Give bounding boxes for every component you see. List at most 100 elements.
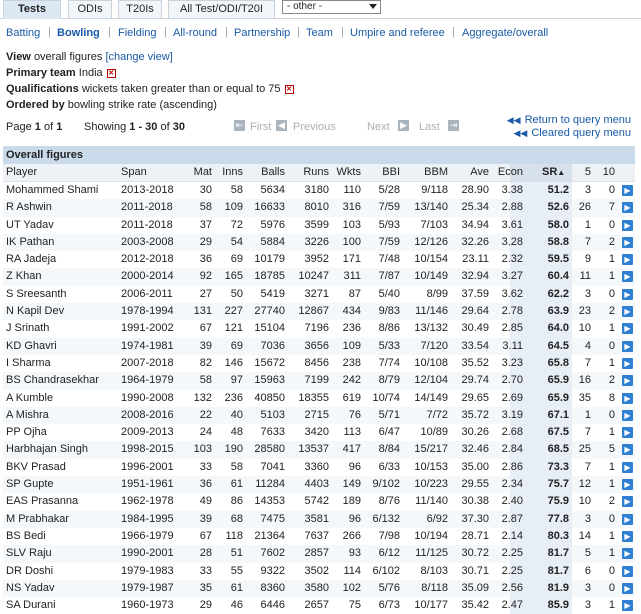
cell-wkts: 75 bbox=[348, 599, 361, 612]
header-5w[interactable]: 5 bbox=[575, 164, 591, 181]
header-bbi[interactable]: BBI bbox=[367, 164, 400, 181]
tab-tests[interactable]: Tests bbox=[3, 0, 61, 19]
header-bbm[interactable]: BBM bbox=[403, 164, 448, 181]
row-details-arrow-icon[interactable]: ▶ bbox=[622, 357, 633, 369]
header-econ[interactable]: Econ bbox=[493, 164, 523, 181]
row-details-arrow-icon[interactable]: ▶ bbox=[622, 375, 633, 387]
cell-balls: 21364 bbox=[254, 529, 285, 542]
cell-ave: 37.59 bbox=[461, 287, 489, 300]
row-details-arrow-icon[interactable]: ▶ bbox=[622, 219, 633, 231]
row-details-arrow-icon[interactable]: ▶ bbox=[622, 288, 633, 300]
row-details-arrow-icon[interactable]: ▶ bbox=[622, 513, 633, 525]
header-mat[interactable]: Mat bbox=[185, 164, 212, 181]
return-query-menu-link[interactable]: ◀◀ Return to query menu bbox=[507, 114, 631, 126]
row-details-arrow-icon[interactable]: ▶ bbox=[622, 254, 633, 266]
remove-filter-icon[interactable]: ✕ bbox=[106, 69, 116, 78]
nav-batting[interactable]: Batting bbox=[6, 27, 40, 39]
row-details-arrow-icon[interactable]: ▶ bbox=[622, 548, 633, 560]
cell-ave: 30.49 bbox=[461, 322, 489, 335]
previous-page-icon[interactable]: ◀ bbox=[276, 120, 287, 131]
cell-5w: 7 bbox=[584, 426, 591, 439]
row-details-arrow-icon[interactable]: ▶ bbox=[622, 600, 633, 612]
cell-bbm: 9/118 bbox=[421, 184, 448, 196]
cell-sr: 62.2 bbox=[547, 287, 569, 300]
cell-balls: 5419 bbox=[260, 287, 285, 300]
row-details-arrow-icon[interactable]: ▶ bbox=[622, 236, 633, 248]
row-details-arrow-icon[interactable]: ▶ bbox=[622, 202, 633, 214]
nav-partnership[interactable]: Partnership bbox=[234, 27, 290, 39]
cell-inns: 51 bbox=[230, 547, 243, 560]
cell-balls: 8360 bbox=[260, 581, 285, 594]
header-span[interactable]: Span bbox=[121, 164, 147, 181]
header-player[interactable]: Player bbox=[6, 164, 37, 181]
row-details-arrow-icon[interactable]: ▶ bbox=[622, 271, 633, 283]
first-page-icon[interactable]: ⇤ bbox=[234, 120, 245, 131]
cell-wkts: 114 bbox=[343, 564, 361, 577]
table-row: Mohammed Shami 2013-2018 30 58 5634 3180 110 5/… bbox=[3, 182, 635, 200]
cell-5w: 10 bbox=[578, 322, 591, 335]
cell-bbm: 10/89 bbox=[420, 426, 448, 439]
cell-span: 1962-1978 bbox=[121, 495, 174, 508]
next-page-icon[interactable]: ▶ bbox=[398, 120, 409, 131]
row-details-arrow-icon[interactable]: ▶ bbox=[622, 461, 633, 473]
row-details-arrow-icon[interactable]: ▶ bbox=[622, 306, 633, 318]
cell-10w: 1 bbox=[608, 547, 615, 560]
cell-ave: 25.34 bbox=[461, 201, 489, 214]
page-current: 1 bbox=[34, 121, 41, 133]
ordered-by-value: bowling strike rate (ascending) bbox=[67, 99, 217, 111]
header-sr[interactable]: SR▲ bbox=[542, 164, 565, 181]
header-runs[interactable]: Runs bbox=[291, 164, 329, 181]
cell-balls: 5976 bbox=[260, 218, 285, 231]
cleared-query-menu-label: Cleared query menu bbox=[531, 127, 631, 139]
cell-mat: 37 bbox=[199, 218, 212, 231]
cell-span: 1979-1983 bbox=[121, 564, 174, 577]
nav-bowling[interactable]: Bowling bbox=[57, 27, 100, 39]
header-inns[interactable]: Inns bbox=[215, 164, 243, 181]
cell-inns: 58 bbox=[230, 460, 243, 473]
row-details-arrow-icon[interactable]: ▶ bbox=[622, 444, 633, 456]
nav-team[interactable]: Team bbox=[306, 27, 333, 39]
row-details-arrow-icon[interactable]: ▶ bbox=[622, 392, 633, 404]
other-format-select[interactable]: - other - bbox=[282, 0, 381, 14]
cell-ave: 35.72 bbox=[461, 408, 489, 421]
nav-umpire-referee[interactable]: Umpire and referee bbox=[350, 27, 445, 39]
remove-filter-icon[interactable]: ✕ bbox=[284, 85, 294, 94]
tab-odis[interactable]: ODIs bbox=[68, 0, 112, 18]
row-details-arrow-icon[interactable]: ▶ bbox=[622, 582, 633, 594]
tab-all-formats[interactable]: All Test/ODI/T20I bbox=[168, 0, 275, 18]
cell-econ: 2.25 bbox=[501, 547, 523, 560]
header-ave[interactable]: Ave bbox=[453, 164, 489, 181]
row-details-arrow-icon[interactable]: ▶ bbox=[622, 479, 633, 491]
table-row: UT Yadav 2011-2018 37 72 5976 3599 103 5/93 7/10… bbox=[3, 216, 635, 234]
cell-10w: 0 bbox=[608, 564, 615, 577]
next-page-link[interactable]: Next bbox=[367, 121, 390, 133]
header-10w[interactable]: 10 bbox=[597, 164, 615, 181]
tab-t20is[interactable]: T20Is bbox=[118, 0, 162, 18]
nav-aggregate-overall[interactable]: Aggregate/overall bbox=[462, 27, 548, 39]
row-details-arrow-icon[interactable]: ▶ bbox=[622, 565, 633, 577]
row-details-arrow-icon[interactable]: ▶ bbox=[622, 323, 633, 335]
row-details-arrow-icon[interactable]: ▶ bbox=[622, 185, 633, 196]
last-page-link[interactable]: Last bbox=[419, 121, 440, 133]
cell-bbi: 7/59 bbox=[378, 235, 400, 248]
last-page-icon[interactable]: ⇥ bbox=[448, 120, 459, 131]
cell-mat: 49 bbox=[199, 495, 212, 508]
row-details-arrow-icon[interactable]: ▶ bbox=[622, 530, 633, 542]
nav-all-round[interactable]: All-round bbox=[173, 27, 217, 39]
cell-bbi: 7/59 bbox=[378, 201, 400, 214]
row-details-arrow-icon[interactable]: ▶ bbox=[622, 409, 633, 421]
cell-wkts: 96 bbox=[348, 460, 361, 473]
row-details-arrow-icon[interactable]: ▶ bbox=[622, 340, 633, 352]
header-balls[interactable]: Balls bbox=[249, 164, 285, 181]
row-details-arrow-icon[interactable]: ▶ bbox=[622, 427, 633, 439]
cell-5w: 10 bbox=[578, 495, 591, 508]
row-details-arrow-icon[interactable]: ▶ bbox=[622, 496, 633, 508]
change-view-link[interactable]: [change view] bbox=[105, 51, 172, 63]
cleared-query-menu-link[interactable]: ◀◀ Cleared query menu bbox=[513, 127, 631, 139]
first-page-link[interactable]: First bbox=[250, 121, 271, 133]
cell-wkts: 311 bbox=[343, 270, 361, 283]
nav-fielding[interactable]: Fielding bbox=[118, 27, 157, 39]
previous-page-link[interactable]: Previous bbox=[293, 121, 336, 133]
header-wkts[interactable]: Wkts bbox=[333, 164, 361, 181]
cell-10w: 1 bbox=[608, 270, 615, 283]
